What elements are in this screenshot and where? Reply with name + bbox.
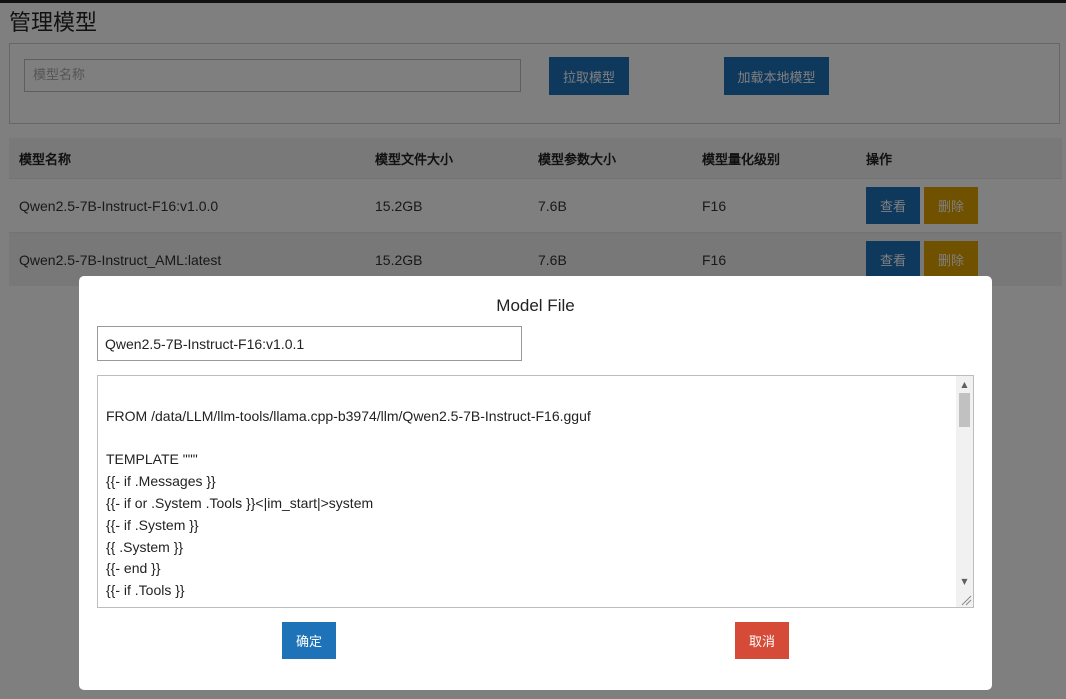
code-line: {{- if or .System .Tools }}<|im_start|>s… [106, 494, 374, 511]
model-file-content: FROM /data/LLM/llm-tools/llama.cpp-b3974… [106, 384, 954, 602]
scroll-down-icon[interactable]: ▼ [956, 573, 973, 590]
scroll-up-icon[interactable]: ▲ [956, 376, 973, 393]
code-line: {{- end }} [106, 560, 161, 577]
model-name-input[interactable] [97, 326, 522, 361]
code-line: TEMPLATE """ [106, 451, 198, 468]
model-file-dialog: Model File FROM /data/LLM/llm-tools/llam… [79, 276, 992, 690]
scroll-thumb[interactable] [959, 393, 970, 427]
code-line: {{ .System }} [106, 538, 184, 555]
code-line: {{- if .Tools }} [106, 582, 185, 599]
code-line: {{- if .Messages }} [106, 473, 216, 490]
vertical-scrollbar[interactable]: ▲ ▼ [956, 376, 973, 607]
model-file-textarea[interactable]: FROM /data/LLM/llm-tools/llama.cpp-b3974… [97, 375, 974, 608]
cancel-button[interactable]: 取消 [735, 622, 789, 659]
dialog-title: Model File [496, 296, 575, 315]
code-line: FROM /data/LLM/llm-tools/llama.cpp-b3974… [106, 407, 591, 424]
confirm-button[interactable]: 确定 [282, 622, 336, 659]
resize-grip-icon[interactable] [959, 593, 972, 606]
code-line: {{- if .System }} [106, 516, 199, 533]
